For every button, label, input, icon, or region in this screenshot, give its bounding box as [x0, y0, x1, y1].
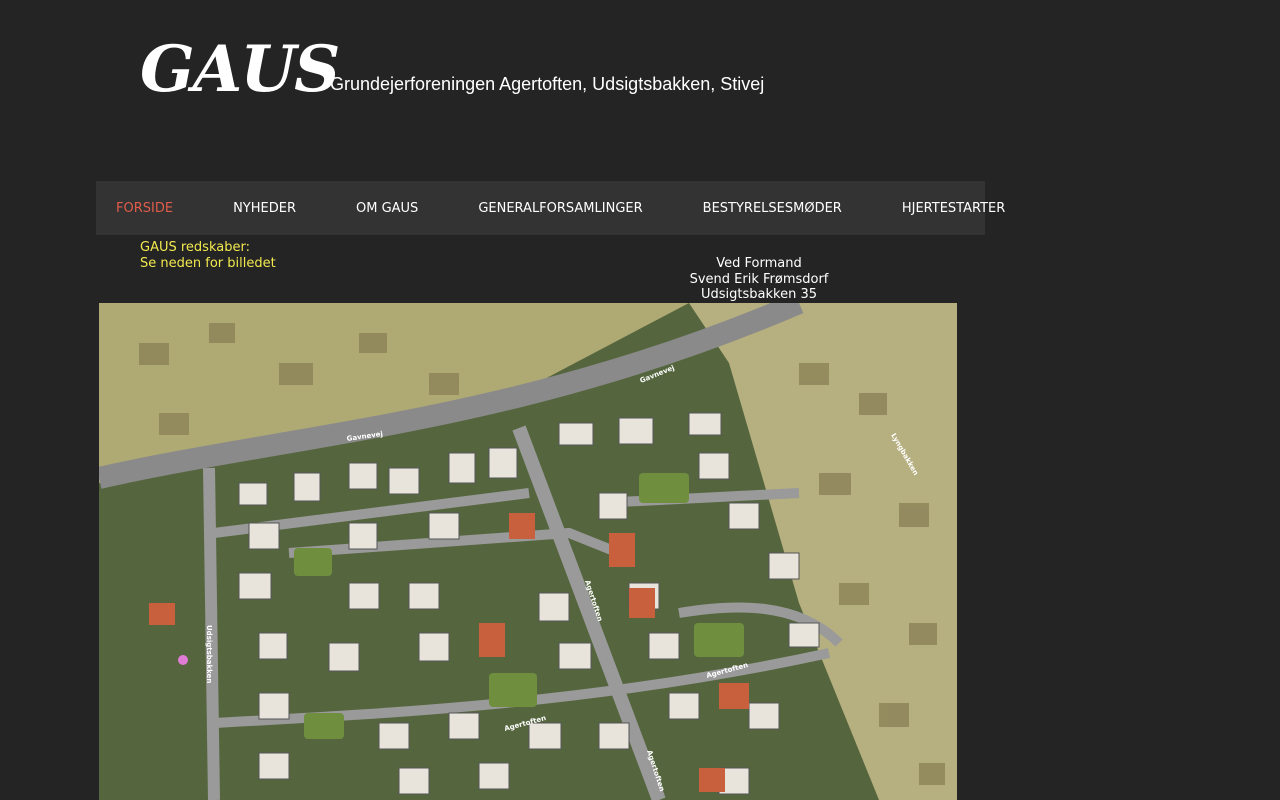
map-location-marker [178, 655, 188, 665]
nav-item-nyheder[interactable]: NYHEDER [233, 201, 296, 216]
tools-notice-line1: GAUS redskaber: [140, 240, 250, 255]
aerial-map-drawing: Gavnevej Gavnevej Lyngbakken Agertoften … [99, 303, 957, 800]
address-line3: Udsigtsbakken 35 [701, 287, 817, 302]
aerial-map-image: Gavnevej Gavnevej Lyngbakken Agertoften … [99, 303, 957, 800]
site-tagline: Grundejerforeningen Agertoften, Udsigtsb… [330, 74, 765, 94]
nav-item-hjertestarter[interactable]: HJERTESTARTER [902, 201, 1005, 216]
main-nav: FORSIDE NYHEDER OM GAUS GENERALFORSAMLIN… [96, 181, 1005, 235]
address-line2: Svend Erik Frømsdorf [689, 271, 829, 287]
nav-item-bestyrelsesmoder[interactable]: BESTYRELSESMØDER [703, 201, 842, 216]
page: GAUS Grundejerforeningen Agertoften, Uds… [0, 0, 1280, 800]
tools-notice-line2: Se neden for billedet [140, 256, 276, 271]
nav-item-forside[interactable]: FORSIDE [116, 201, 173, 216]
nav-item-om-gaus[interactable]: OM GAUS [356, 201, 418, 216]
nav-item-generalforsamlinger[interactable]: GENERALFORSAMLINGER [478, 201, 642, 216]
tools-notice: GAUS redskaber: Se neden for billedet [140, 240, 276, 272]
chairman-address: Ved Formand Svend Erik Frømsdorf Udsigts… [660, 256, 858, 303]
map-label-udsigtsbakken: Udsigtsbakken [205, 625, 213, 683]
site-logo[interactable]: GAUS [140, 30, 340, 110]
address-line1: Ved Formand [716, 256, 802, 271]
